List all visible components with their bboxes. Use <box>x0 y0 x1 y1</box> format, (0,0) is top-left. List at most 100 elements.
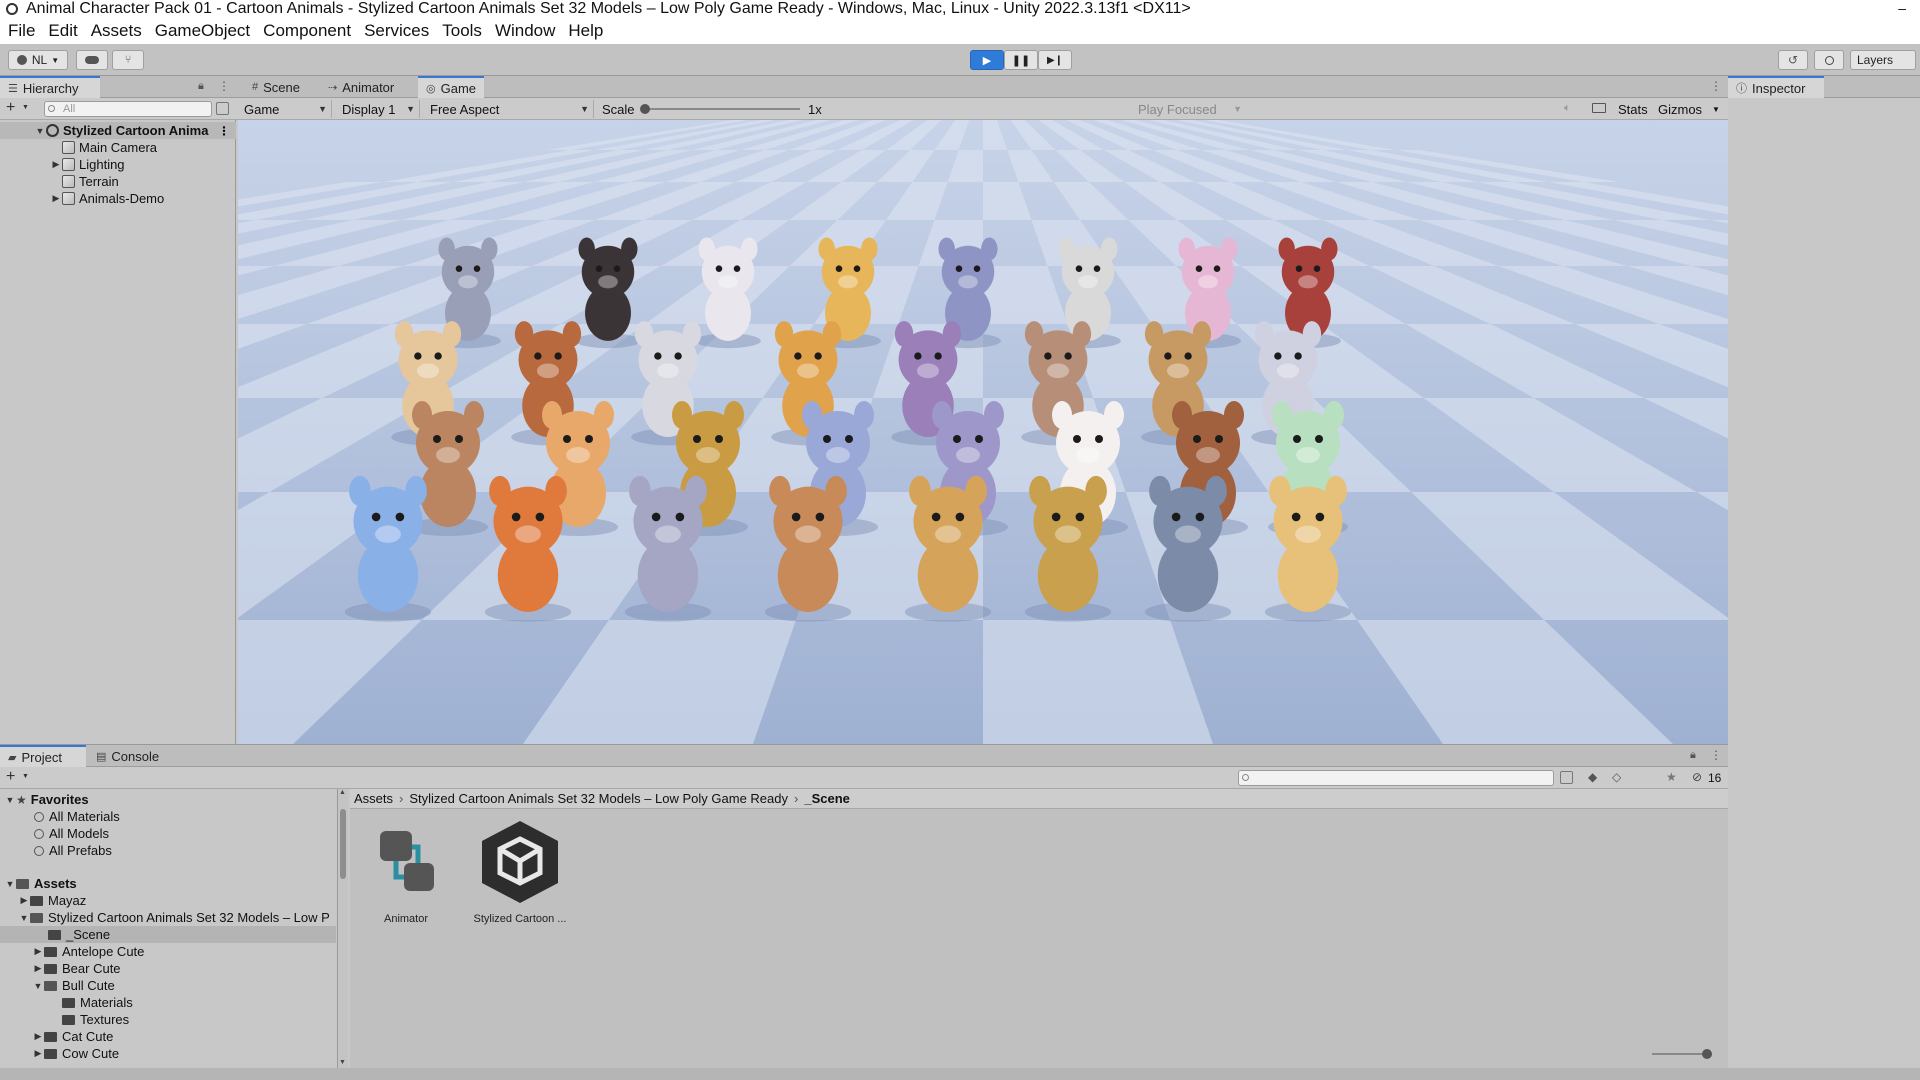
version-control-button[interactable]: ⑂ <box>112 50 144 70</box>
tab-game[interactable]: ◎ Game <box>418 76 485 98</box>
scroll-down-icon[interactable]: ▼ <box>339 1059 346 1066</box>
folder-row[interactable]: ▼ Stylized Cartoon Animals Set 32 Models… <box>0 909 336 926</box>
folder-row-selected[interactable]: _Scene <box>0 926 336 943</box>
layers-dropdown[interactable]: Layers <box>1850 50 1916 70</box>
hierarchy-item[interactable]: ▶ Lighting <box>0 156 236 173</box>
cloud-button[interactable] <box>76 50 108 70</box>
hierarchy-item[interactable]: Main Camera <box>0 139 236 156</box>
breadcrumb-item-current[interactable]: _Scene <box>804 791 850 806</box>
folder-row[interactable]: ▶ Bear Cute <box>0 960 336 977</box>
assets-root-row[interactable]: ▼ Assets <box>0 875 336 892</box>
scroll-up-icon[interactable]: ▲ <box>339 789 346 796</box>
expand-arrow-icon[interactable]: ▶ <box>18 895 30 906</box>
asset-tile[interactable]: Stylized Cartoon ... <box>470 817 570 927</box>
more-options-icon[interactable]: ⋮ <box>1710 79 1722 93</box>
tab-inspector[interactable]: ⓘ Inspector <box>1728 76 1824 98</box>
folder-label: _Scene <box>66 927 111 942</box>
display-dropdown[interactable]: Display 1 ▼ <box>338 100 420 118</box>
audio-mute-icon[interactable]: 🔈︎ <box>1564 102 1571 115</box>
menu-file[interactable]: File <box>6 21 44 41</box>
more-options-icon[interactable]: ⋮ <box>1710 748 1722 762</box>
icon-size-slider[interactable] <box>1652 1049 1712 1059</box>
tab-project[interactable]: ▰ Project <box>0 745 86 767</box>
menu-help[interactable]: Help <box>566 21 612 41</box>
project-search-input[interactable] <box>1238 770 1554 786</box>
expand-arrow-icon[interactable]: ▶ <box>50 159 62 170</box>
breadcrumb-item[interactable]: Assets <box>354 791 393 806</box>
tab-hierarchy[interactable]: ☰ Hierarchy <box>0 76 100 98</box>
favorite-item[interactable]: All Models <box>0 825 336 842</box>
star-icon[interactable]: ★ <box>1666 770 1677 784</box>
gizmos-button[interactable]: Gizmos <box>1658 102 1702 117</box>
expand-arrow-icon[interactable]: ▼ <box>4 879 16 889</box>
favorite-item[interactable]: All Prefabs <box>0 842 336 859</box>
expand-arrow-icon[interactable]: ▼ <box>32 981 44 991</box>
game-mode-dropdown[interactable]: Game ▼ <box>240 100 332 118</box>
minimize-button[interactable]: – <box>1898 0 1906 16</box>
aspect-dropdown[interactable]: Free Aspect ▼ <box>426 100 594 118</box>
expand-arrow-icon[interactable]: ▼ <box>18 913 30 923</box>
bookmark-icon[interactable]: ◇ <box>1612 770 1621 784</box>
folder-row[interactable]: Materials <box>0 994 336 1011</box>
folder-row[interactable]: Textures <box>0 1011 336 1028</box>
icon-size-slider-handle[interactable] <box>1702 1049 1712 1059</box>
scrollbar-thumb[interactable] <box>340 809 346 879</box>
more-options-icon[interactable]: ⋮ <box>218 79 230 93</box>
tab-scene[interactable]: # Scene <box>244 76 308 98</box>
lock-icon[interactable]: 🔒︎ <box>198 80 204 93</box>
folder-row[interactable]: ▶ Mayaz <box>0 892 336 909</box>
search-by-type-icon[interactable] <box>1560 771 1573 784</box>
game-viewport[interactable] <box>238 120 1728 744</box>
pause-button[interactable]: ❚❚ <box>1004 50 1038 70</box>
folder-row[interactable]: ▼ Bull Cute <box>0 977 336 994</box>
expand-arrow-icon[interactable]: ▶ <box>32 1048 44 1059</box>
menu-assets[interactable]: Assets <box>89 21 151 41</box>
project-tree-scrollbar[interactable]: ▲ ▼ <box>338 789 348 1069</box>
menu-tools[interactable]: Tools <box>440 21 491 41</box>
hierarchy-search-input[interactable]: All <box>44 101 212 117</box>
add-icon[interactable]: + <box>6 99 15 117</box>
chevron-down-icon[interactable]: ▼ <box>22 104 29 111</box>
folder-row[interactable]: ▶ Cow Cute <box>0 1045 336 1062</box>
breadcrumb-item[interactable]: Stylized Cartoon Animals Set 32 Models –… <box>409 791 788 806</box>
menu-edit[interactable]: Edit <box>46 21 86 41</box>
filter-by-label-icon[interactable]: ◆ <box>1588 770 1597 784</box>
expand-arrow-icon[interactable]: ▼ <box>4 795 16 805</box>
account-button[interactable]: NL ▼ <box>8 50 68 70</box>
chevron-down-icon[interactable]: ▼ <box>22 773 29 780</box>
play-button[interactable]: ▶ <box>970 50 1004 70</box>
play-focused-dropdown[interactable]: Play Focused ▼ <box>1134 100 1246 118</box>
menu-window[interactable]: Window <box>493 21 564 41</box>
filter-icon[interactable] <box>216 102 229 115</box>
asset-tile[interactable]: Animator <box>356 817 456 927</box>
hidden-packages-icon[interactable]: ⊘ <box>1692 770 1702 784</box>
scale-slider[interactable] <box>640 104 800 114</box>
expand-arrow-icon[interactable]: ▶ <box>50 193 62 204</box>
scale-slider-handle[interactable] <box>640 104 650 114</box>
stats-button[interactable]: Stats <box>1618 102 1648 117</box>
hierarchy-item[interactable]: Terrain <box>0 173 236 190</box>
keyboard-icon[interactable] <box>1592 103 1606 113</box>
favorites-row[interactable]: ▼ ★ Favorites <box>0 791 336 808</box>
folder-row[interactable]: ▶ Cat Cute <box>0 1028 336 1045</box>
tab-animator[interactable]: ⇢ Animator <box>320 76 402 98</box>
add-icon[interactable]: + <box>6 768 15 786</box>
expand-arrow-icon[interactable]: ▼ <box>34 126 46 136</box>
favorite-item[interactable]: All Materials <box>0 808 336 825</box>
folder-row[interactable]: ▶ Antelope Cute <box>0 943 336 960</box>
search-button[interactable] <box>1814 50 1844 70</box>
hierarchy-item[interactable]: ▶ Animals-Demo <box>0 190 236 207</box>
more-options-icon[interactable]: ⋮ <box>218 124 230 138</box>
menu-component[interactable]: Component <box>261 21 360 41</box>
chevron-down-icon[interactable]: ▼ <box>1712 105 1720 114</box>
expand-arrow-icon[interactable]: ▶ <box>32 1031 44 1042</box>
tab-console[interactable]: ▤ Console <box>88 745 167 767</box>
undo-history-button[interactable]: ↺ <box>1778 50 1808 70</box>
hierarchy-scene-row[interactable]: ▼ Stylized Cartoon Anima ⋮ <box>0 122 236 139</box>
menu-services[interactable]: Services <box>362 21 438 41</box>
expand-arrow-icon[interactable]: ▶ <box>32 963 44 974</box>
menu-gameobject[interactable]: GameObject <box>153 21 259 41</box>
expand-arrow-icon[interactable]: ▶ <box>32 946 44 957</box>
lock-icon[interactable]: 🔒︎ <box>1690 749 1696 762</box>
step-button[interactable]: ▶❙ <box>1038 50 1072 70</box>
